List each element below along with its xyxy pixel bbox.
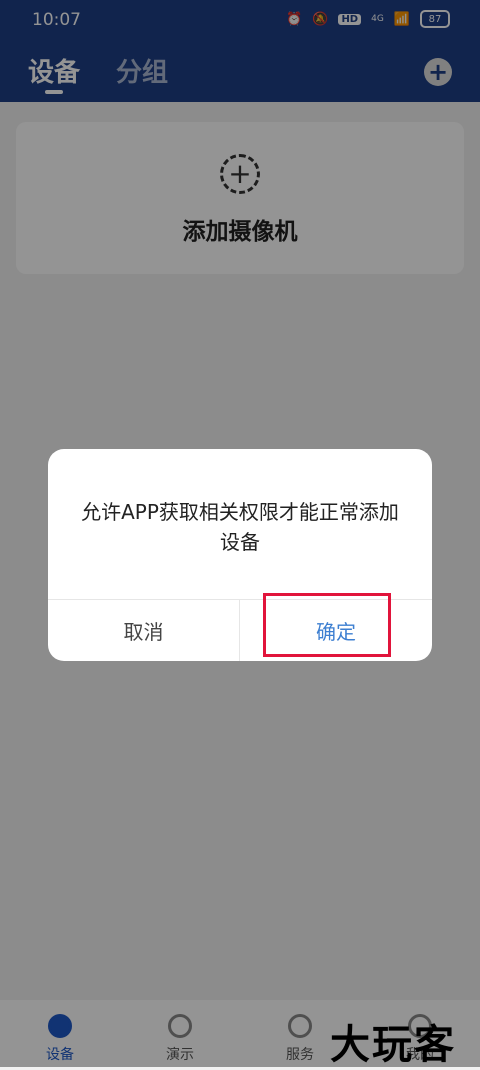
dialog-message: 允许APP获取相关权限才能正常添加设备 [81,500,399,554]
watermark: 大玩客 [330,1022,456,1068]
cancel-button[interactable]: 取消 [48,599,239,661]
confirm-highlight-box [263,593,391,657]
